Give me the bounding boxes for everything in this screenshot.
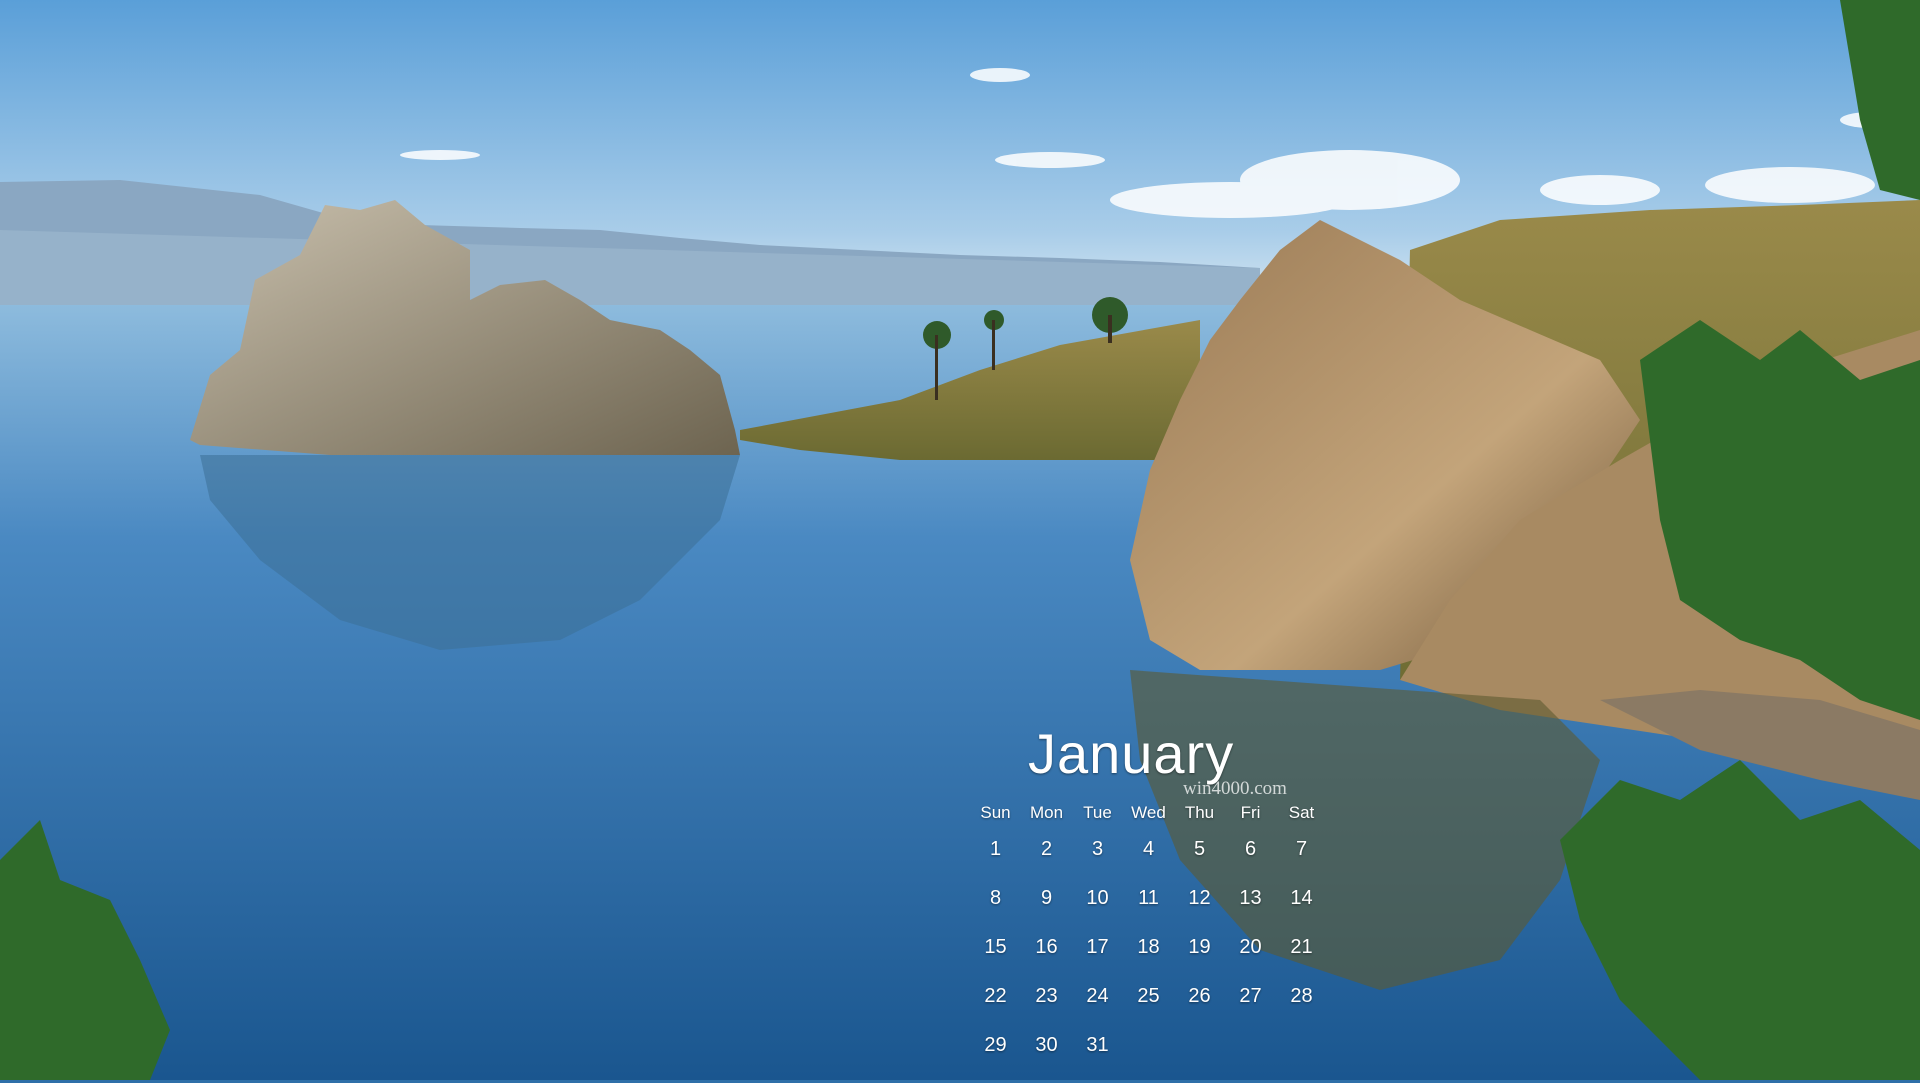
day-cell: 26	[1188, 985, 1211, 1007]
day-cell: 8	[989, 887, 1002, 909]
day-cell: 10	[1086, 887, 1109, 909]
day-cell	[1225, 1034, 1276, 1083]
calendar-week: 29 30 31	[970, 1034, 1330, 1083]
day-cell: 25	[1137, 985, 1160, 1007]
day-cell: 11	[1138, 887, 1159, 909]
day-cell: 21	[1290, 936, 1313, 958]
weekday-label: Mon	[1029, 803, 1064, 822]
day-cell: 23	[1035, 985, 1058, 1007]
day-cell: 29	[984, 1034, 1007, 1056]
day-cell: 28	[1290, 985, 1313, 1007]
day-cell: 2	[1040, 838, 1053, 860]
day-cell: 30	[1035, 1034, 1058, 1056]
weekday-label: Tue	[1083, 803, 1112, 822]
watermark-text: win4000.com	[1183, 778, 1287, 799]
day-cell: 24	[1086, 985, 1109, 1007]
day-cell: 27	[1239, 985, 1262, 1007]
weekday-label: Sat	[1288, 803, 1315, 822]
day-cell: 4	[1142, 838, 1155, 860]
day-cell: 17	[1086, 936, 1109, 958]
calendar-week: 15 16 17 18 19 20 21	[970, 936, 1330, 985]
day-cell: 14	[1290, 887, 1313, 909]
day-cell	[1123, 1034, 1174, 1083]
day-cell: 18	[1137, 936, 1160, 958]
day-cell: 5	[1193, 838, 1206, 860]
day-cell: 19	[1188, 936, 1211, 958]
day-cell: 12	[1188, 887, 1211, 909]
day-cell: 1	[989, 838, 1002, 860]
day-cell: 13	[1239, 887, 1262, 909]
day-cell: 22	[984, 985, 1007, 1007]
day-cell: 9	[1040, 887, 1053, 909]
day-cell: 16	[1035, 936, 1058, 958]
day-cell: 20	[1239, 936, 1262, 958]
calendar-week: 1 2 3 4 5 6 7	[970, 838, 1330, 887]
day-grid: 1 2 3 4 5 6 7 8 9 10 11 12 13 14 15 16 1…	[970, 838, 1330, 1083]
day-cell: 7	[1295, 838, 1308, 860]
weekday-label: Fri	[1240, 803, 1261, 822]
day-cell	[1174, 1034, 1225, 1083]
day-cell: 3	[1091, 838, 1104, 860]
day-cell	[1276, 1034, 1327, 1083]
day-cell: 6	[1244, 838, 1257, 860]
day-cell: 31	[1086, 1034, 1109, 1056]
calendar-week: 8 9 10 11 12 13 14	[970, 887, 1330, 936]
weekday-label: Wed	[1131, 803, 1166, 822]
weekday-label: Thu	[1184, 803, 1215, 822]
calendar-week: 22 23 24 25 26 27 28	[970, 985, 1330, 1034]
weekday-label: Sun	[980, 803, 1011, 822]
day-cell: 15	[984, 936, 1007, 958]
landscape-background	[0, 0, 1920, 1080]
weekday-header: Sun Mon Tue Wed Thu Fri Sat	[970, 803, 1330, 823]
